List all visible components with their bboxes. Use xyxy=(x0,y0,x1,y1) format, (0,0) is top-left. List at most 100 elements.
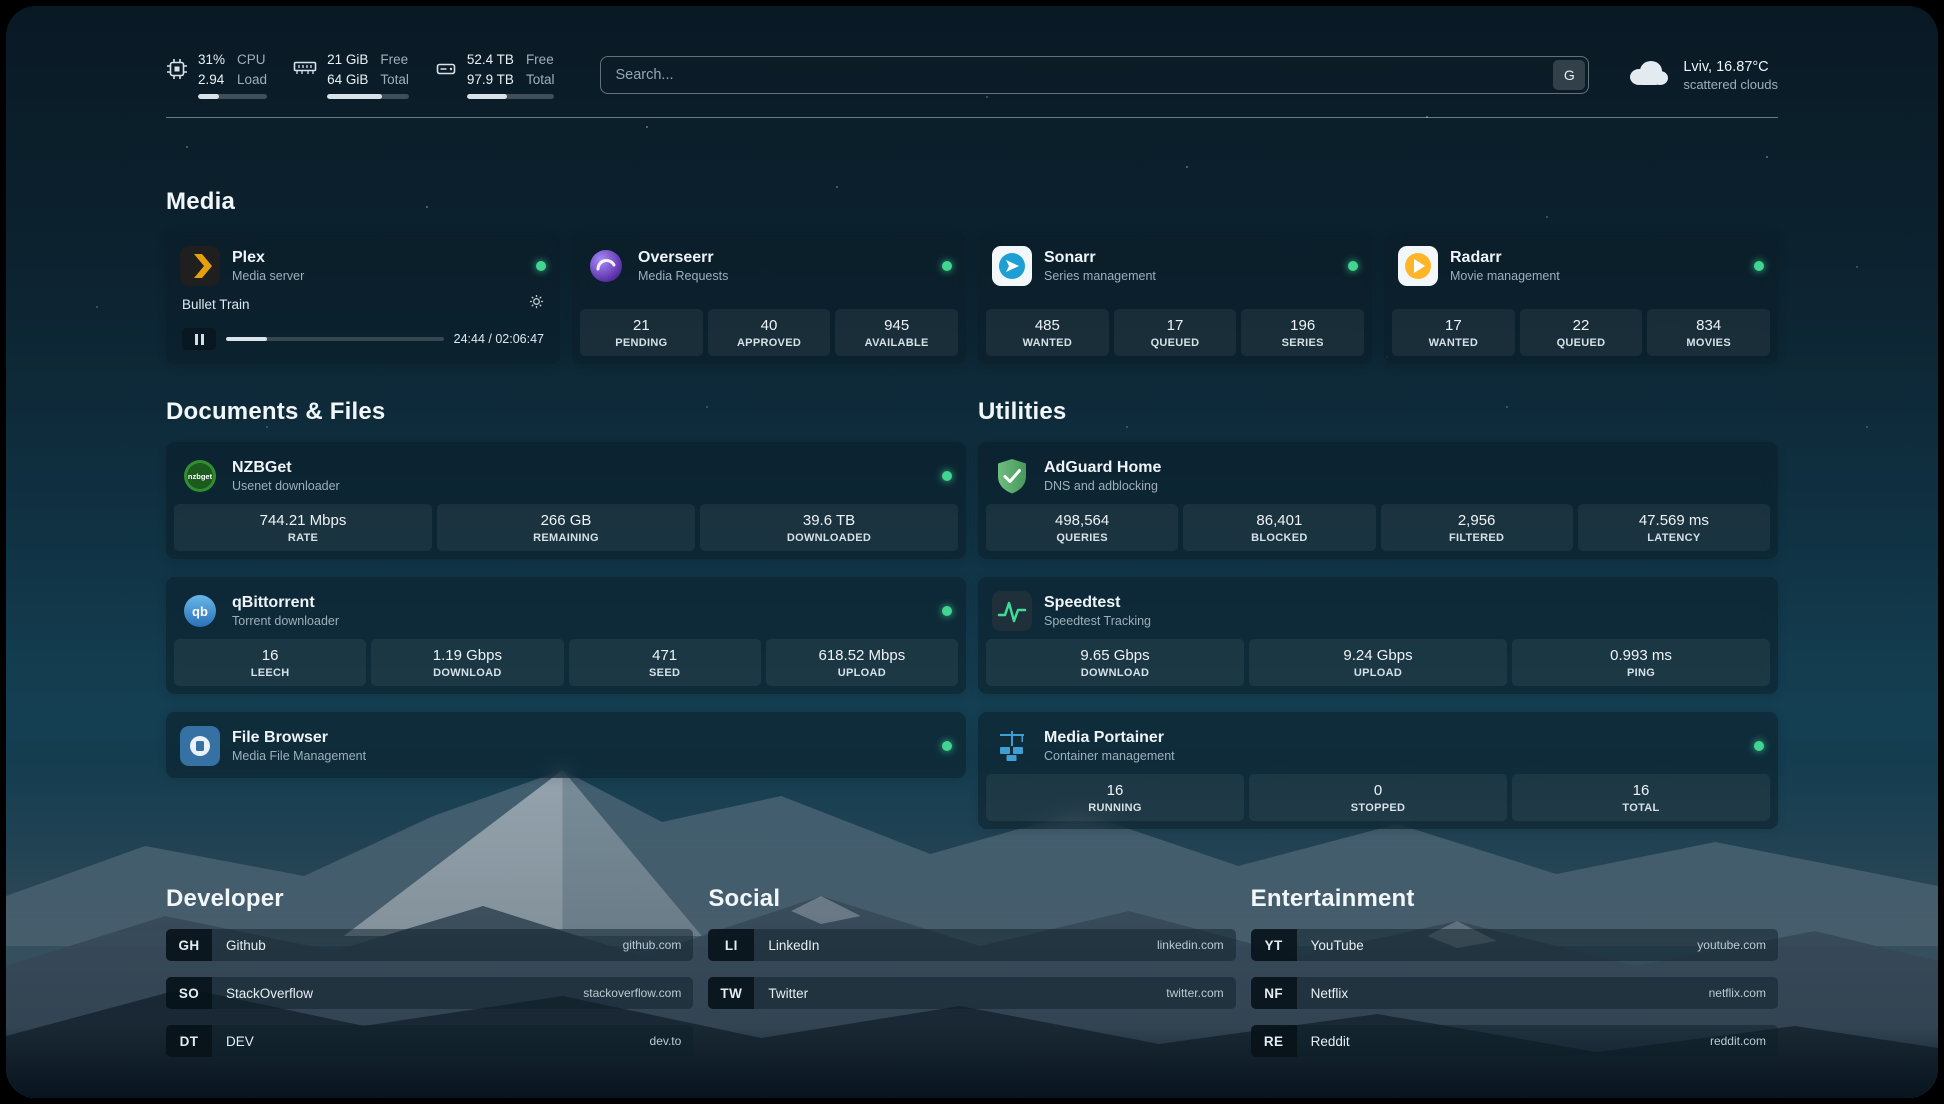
bookmark-dev[interactable]: DT DEV dev.to xyxy=(166,1025,693,1057)
bookmark-domain: twitter.com xyxy=(1166,986,1223,1000)
service-subtitle: Movie management xyxy=(1450,269,1560,283)
media-grid: Plex Media server Bullet Train xyxy=(166,232,1778,364)
qbittorrent-icon: qb xyxy=(180,591,220,631)
service-card-plex[interactable]: Plex Media server Bullet Train xyxy=(166,232,560,364)
bookmark-abbr: RE xyxy=(1251,1025,1297,1057)
bookmark-group-developer: Developer GH Github github.com SO StackO… xyxy=(166,885,693,1073)
service-name: Radarr xyxy=(1450,249,1560,267)
cpu-usage-bar xyxy=(198,94,267,99)
memory-total: 64 GiB xyxy=(327,70,368,90)
section-title-social: Social xyxy=(708,885,1235,913)
service-name: File Browser xyxy=(232,729,366,747)
svg-text:qb: qb xyxy=(192,604,208,619)
stat-block: 471SEED xyxy=(569,639,761,686)
playback-progress-bar[interactable] xyxy=(226,337,444,341)
bookmark-group-social: Social LI LinkedIn linkedin.com TW Twitt… xyxy=(708,885,1235,1073)
utilities-column: Utilities AdGuard Home xyxy=(978,398,1778,829)
stat-block: 17QUEUED xyxy=(1114,309,1237,356)
stat-block: 196SERIES xyxy=(1241,309,1364,356)
cpu-label: CPU xyxy=(237,50,267,70)
service-card-adguard[interactable]: AdGuard Home DNS and adblocking 498,564Q… xyxy=(978,442,1778,559)
svg-text:nzbget: nzbget xyxy=(188,472,213,481)
memory-usage-bar xyxy=(327,94,409,99)
service-subtitle: Torrent downloader xyxy=(232,614,339,628)
speedtest-icon xyxy=(992,591,1032,631)
service-card-portainer[interactable]: Media Portainer Container management 16R… xyxy=(978,712,1778,829)
service-card-qbittorrent[interactable]: qb qBittorrent Torrent downloader 16LEEC… xyxy=(166,577,966,694)
bookmark-group-entertainment: Entertainment YT YouTube youtube.com NF … xyxy=(1251,885,1778,1073)
bookmark-name: Reddit xyxy=(1311,1034,1350,1049)
bookmarks-area: Developer GH Github github.com SO StackO… xyxy=(166,885,1778,1073)
status-dot xyxy=(942,471,952,481)
bookmark-domain: dev.to xyxy=(650,1034,682,1048)
service-card-nzbget[interactable]: nzbget NZBGet Usenet downloader 744.21 M… xyxy=(166,442,966,559)
search-engine-button[interactable]: G xyxy=(1553,60,1585,90)
service-subtitle: Media server xyxy=(232,269,304,283)
bookmark-netflix[interactable]: NF Netflix netflix.com xyxy=(1251,977,1778,1009)
memory-free: 21 GiB xyxy=(327,50,368,70)
bookmark-stackoverflow[interactable]: SO StackOverflow stackoverflow.com xyxy=(166,977,693,1009)
service-card-overseerr[interactable]: Overseerr Media Requests 21PENDING 40APP… xyxy=(572,232,966,364)
memory-icon xyxy=(293,58,317,78)
service-subtitle: Usenet downloader xyxy=(232,479,340,493)
stat-block: 86,401BLOCKED xyxy=(1183,504,1375,551)
bookmark-domain: youtube.com xyxy=(1697,938,1766,952)
service-subtitle: DNS and adblocking xyxy=(1044,479,1161,493)
memory-total-label: Total xyxy=(380,70,409,90)
bookmark-name: Github xyxy=(226,938,266,953)
top-bar: 31% 2.94 CPU Load xyxy=(166,50,1778,99)
portainer-icon xyxy=(992,726,1032,766)
service-name: Sonarr xyxy=(1044,249,1156,267)
section-title-utilities: Utilities xyxy=(978,398,1778,426)
stat-block: 744.21 MbpsRATE xyxy=(174,504,432,551)
bookmark-domain: reddit.com xyxy=(1710,1034,1766,1048)
status-dot xyxy=(942,741,952,751)
sonarr-icon xyxy=(992,246,1032,286)
bookmark-name: LinkedIn xyxy=(768,938,819,953)
bookmark-twitter[interactable]: TW Twitter twitter.com xyxy=(708,977,1235,1009)
service-card-radarr[interactable]: Radarr Movie management 17WANTED 22QUEUE… xyxy=(1384,232,1778,364)
stat-block: 9.65 GbpsDOWNLOAD xyxy=(986,639,1244,686)
bookmark-youtube[interactable]: YT YouTube youtube.com xyxy=(1251,929,1778,961)
now-playing-title: Bullet Train xyxy=(182,297,250,312)
bookmark-abbr: YT xyxy=(1251,929,1297,961)
status-dot xyxy=(1348,261,1358,271)
service-subtitle: Speedtest Tracking xyxy=(1044,614,1151,628)
stat-block: 16TOTAL xyxy=(1512,774,1770,821)
service-card-sonarr[interactable]: Sonarr Series management 485WANTED 17QUE… xyxy=(978,232,1372,364)
stat-block: 16RUNNING xyxy=(986,774,1244,821)
pause-button[interactable] xyxy=(182,328,216,350)
disk-total: 97.9 TB xyxy=(467,70,514,90)
search-input[interactable] xyxy=(600,56,1589,94)
section-title-entertainment: Entertainment xyxy=(1251,885,1778,913)
stat-block: 40APPROVED xyxy=(708,309,831,356)
bookmark-linkedin[interactable]: LI LinkedIn linkedin.com xyxy=(708,929,1235,961)
stat-block: 266 GBREMAINING xyxy=(437,504,695,551)
stat-block: 47.569 msLATENCY xyxy=(1578,504,1770,551)
cpu-widget: 31% 2.94 CPU Load xyxy=(166,50,267,99)
service-name: qBittorrent xyxy=(232,594,339,612)
service-card-filebrowser[interactable]: File Browser Media File Management xyxy=(166,712,966,778)
bookmark-domain: github.com xyxy=(623,938,682,952)
bookmark-reddit[interactable]: RE Reddit reddit.com xyxy=(1251,1025,1778,1057)
memory-widget: 21 GiB 64 GiB Free Total xyxy=(293,50,409,99)
dashboard-screen: 31% 2.94 CPU Load xyxy=(6,6,1938,1098)
stat-block: 498,564QUERIES xyxy=(986,504,1178,551)
stat-block: 17WANTED xyxy=(1392,309,1515,356)
cpu-load-label: Load xyxy=(237,70,267,90)
status-dot xyxy=(1754,741,1764,751)
stat-block: 618.52 MbpsUPLOAD xyxy=(766,639,958,686)
service-name: Overseerr xyxy=(638,249,728,267)
bookmark-abbr: DT xyxy=(166,1025,212,1057)
bookmark-abbr: TW xyxy=(708,977,754,1009)
bookmark-abbr: SO xyxy=(166,977,212,1009)
service-subtitle: Media File Management xyxy=(232,749,366,763)
nzbget-icon: nzbget xyxy=(180,456,220,496)
service-card-speedtest[interactable]: Speedtest Speedtest Tracking 9.65 GbpsDO… xyxy=(978,577,1778,694)
bookmark-domain: linkedin.com xyxy=(1157,938,1224,952)
overseerr-icon xyxy=(586,246,626,286)
bookmark-name: StackOverflow xyxy=(226,986,313,1001)
bookmark-domain: netflix.com xyxy=(1709,986,1766,1000)
bookmark-abbr: LI xyxy=(708,929,754,961)
bookmark-github[interactable]: GH Github github.com xyxy=(166,929,693,961)
